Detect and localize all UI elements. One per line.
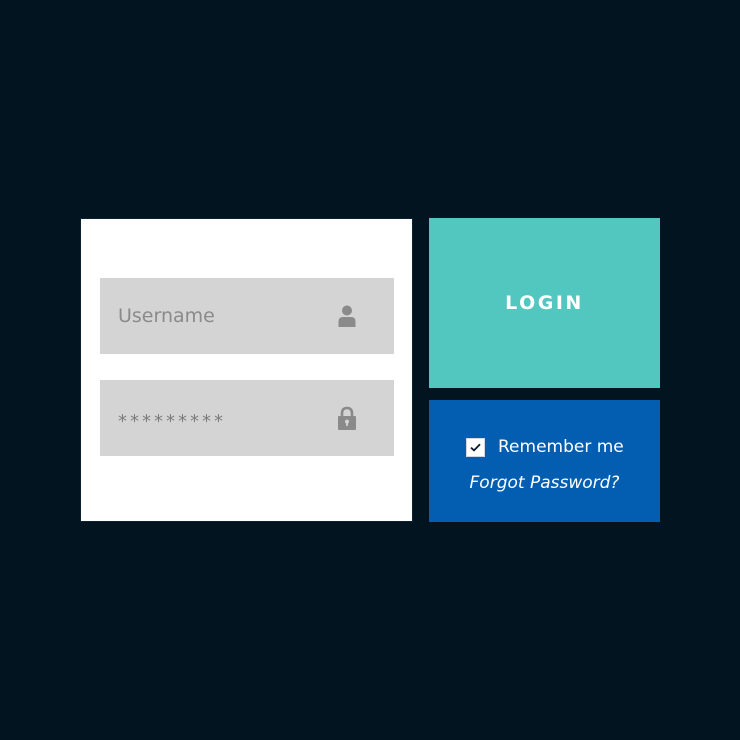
login-button[interactable]: LOGIN [429,218,660,388]
lock-icon [338,406,356,430]
remember-me-toggle[interactable]: Remember me [466,437,624,457]
remember-me-checkbox[interactable] [466,437,485,457]
checkmark-icon [470,443,481,452]
user-icon [338,305,356,327]
username-field[interactable] [100,278,394,354]
login-screen: LOGIN Remember me Forgot Password? [0,0,740,740]
password-input[interactable] [100,380,330,456]
login-options-panel: Remember me Forgot Password? [429,400,660,522]
forgot-password-link[interactable]: Forgot Password? [429,473,660,493]
remember-me-label: Remember me [498,437,624,457]
credentials-panel [80,218,413,522]
username-input[interactable] [100,278,330,354]
password-field[interactable] [100,380,394,456]
